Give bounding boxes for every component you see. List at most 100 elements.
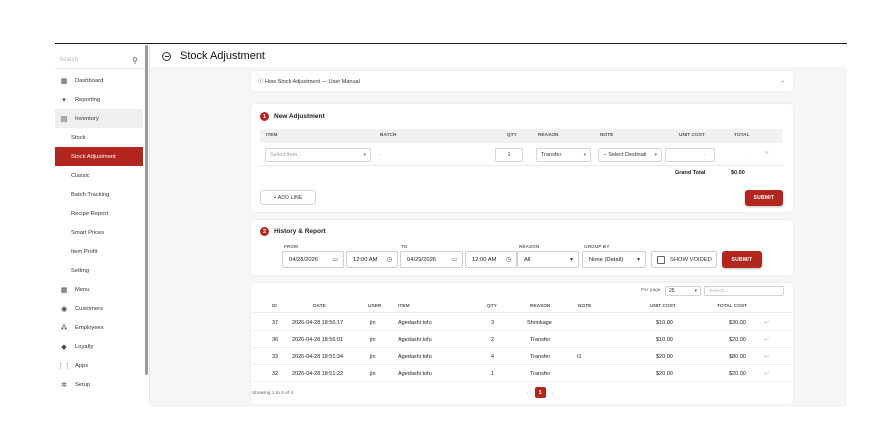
calendar-icon[interactable]: ▭ <box>451 256 457 263</box>
cell-item: Agedashi tofu <box>398 337 432 343</box>
next-page-icon[interactable]: › <box>552 390 554 396</box>
item-select[interactable]: Select item... ▾ <box>265 148 371 162</box>
table-row[interactable]: 32 2026-04-28 18:51:22 jin Agedashi tofu… <box>251 366 793 382</box>
sidebar-item-smart-prices[interactable]: Smart Prices <box>55 223 143 242</box>
user-manual-text: ⓘ How Stock Adjustment — User Manual <box>258 79 360 85</box>
inventory-icon: ▤ <box>60 115 68 123</box>
clock-icon[interactable]: ◷ <box>506 256 511 263</box>
user-manual-accordion[interactable]: ⓘ How Stock Adjustment — User Manual ⌄ <box>251 71 793 91</box>
table-search-input[interactable]: Search... <box>704 286 784 296</box>
page-button-current[interactable]: 1 <box>534 387 546 398</box>
qty-input[interactable]: 1 <box>495 148 523 162</box>
col-total-cost: TOTAL COST <box>717 304 748 309</box>
sidebar-item-stock[interactable]: Stock <box>55 128 143 147</box>
from-date-input[interactable]: 04/28/2026 ▭ <box>282 251 344 268</box>
group-by-select[interactable]: None (Detail) ▾ <box>582 251 646 268</box>
cell-qty: 3 <box>491 320 495 326</box>
chevron-down-icon[interactable]: ⌄ <box>780 77 785 84</box>
history-report-card: 2 History & Report FROM 04/28/2026 ▭ 12:… <box>251 220 793 275</box>
col-unit-cost: UNIT COST <box>679 133 705 138</box>
clock-icon[interactable]: ◷ <box>387 256 392 263</box>
pagination: ‹ 1 › <box>527 387 553 398</box>
destination-select[interactable]: -- Select Destinati ▾ <box>598 148 662 162</box>
table-row[interactable]: 33 2026-04-28 18:51:34 jin Agedashi tofu… <box>251 349 793 365</box>
sidebar-item-batch-tracking[interactable]: Batch Tracking <box>55 185 143 204</box>
remove-line-icon[interactable]: × <box>765 150 769 157</box>
cell-date: 2026-04-28 18:56:17 <box>292 320 344 326</box>
reason-filter-label: REASON <box>519 244 540 249</box>
setup-icon: ✲ <box>61 381 67 389</box>
void-icon[interactable]: ↩ <box>764 319 769 326</box>
sidebar-item-label: Customers <box>75 305 104 312</box>
page-title: Stock Adjustment <box>180 50 265 62</box>
from-time-input[interactable]: 12:00 AM ◷ <box>346 251 398 268</box>
sidebar-item-setting[interactable]: Setting <box>55 261 143 280</box>
cell-user: jin <box>370 354 376 360</box>
chevron-down-icon: ▾ <box>694 288 697 294</box>
cell-reason: Transfer <box>530 337 551 343</box>
void-icon[interactable]: ↩ <box>764 336 769 343</box>
sidebar-item-stock-adjustment[interactable]: Stock Adjustment <box>55 147 143 166</box>
table-row[interactable]: 36 2026-04-28 18:56:01 jin Agedashi tofu… <box>251 332 793 348</box>
cell-id: 37 <box>272 320 279 326</box>
cell-unit-cost: $10.00 <box>656 320 673 326</box>
search-icon[interactable]: ⚲ <box>132 56 138 65</box>
col-item: ITEM <box>266 133 278 138</box>
unit-cost-input[interactable]: - <box>665 148 715 162</box>
cell-user: jin <box>370 320 376 326</box>
col-item: ITEM <box>398 304 410 309</box>
cell-note: t1 <box>577 354 582 360</box>
sidebar-item-label: Reporting <box>75 96 101 103</box>
qty-value: 1 <box>507 152 511 158</box>
sidebar-item-inventory[interactable]: ▤ Inventory <box>55 109 143 128</box>
sidebar-item-label: Setup <box>75 381 91 388</box>
to-time-input[interactable]: 12:00 AM ◷ <box>465 251 517 268</box>
void-icon[interactable]: ↩ <box>764 353 769 360</box>
prev-page-icon[interactable]: ‹ <box>527 390 529 396</box>
sidebar-scrollbar[interactable] <box>145 45 148 375</box>
item-select-placeholder: Select item... <box>270 152 302 158</box>
cell-item: Agedashi tofu <box>398 371 432 377</box>
cell-date: 2026-04-28 18:51:34 <box>292 354 344 360</box>
collapse-icon[interactable] <box>162 51 171 61</box>
sidebar-item-customers[interactable]: ◉ Customers <box>55 299 143 318</box>
dashboard-icon: ▦ <box>60 77 68 85</box>
show-voided-label: SHOW VOIDED <box>670 256 712 263</box>
sidebar-item-menu[interactable]: ▦ Menu <box>55 280 143 299</box>
sidebar-search[interactable]: Search ⚲ <box>55 51 148 69</box>
cell-item: Agedashi tofu <box>398 320 432 326</box>
cell-date: 2026-04-28 18:56:01 <box>292 337 344 343</box>
sidebar-item-label: Dashboard <box>75 77 104 84</box>
chevron-down-icon: ▾ <box>363 152 366 158</box>
col-batch: BATCH <box>380 133 397 138</box>
submit-adjustment-button[interactable]: SUBMIT <box>745 190 783 206</box>
table-row[interactable]: 37 2026-04-28 18:56:17 jin Agedashi tofu… <box>251 315 793 331</box>
void-icon[interactable]: ↩ <box>764 370 769 377</box>
cell-user: jin <box>370 371 376 377</box>
step-badge: 2 <box>260 227 269 236</box>
checkbox-box[interactable] <box>657 255 665 264</box>
sidebar-item-label: Smart Prices <box>71 229 105 236</box>
group-by-label: GROUP BY <box>584 244 610 249</box>
sidebar-item-loyalty[interactable]: ◆ Loyalty <box>55 337 143 356</box>
sidebar-item-item-profit[interactable]: Item Profit <box>55 242 143 261</box>
sidebar-item-recipe-report[interactable]: Recipe Report <box>55 204 143 223</box>
reason-select[interactable]: Transfer ▾ <box>536 148 591 162</box>
show-voided-checkbox[interactable]: SHOW VOIDED <box>651 251 717 268</box>
col-note: NOTE <box>600 133 614 138</box>
sidebar-item-apps[interactable]: ⋮⋮ Apps <box>55 356 143 375</box>
to-date-input[interactable]: 04/29/2026 ▭ <box>400 251 463 268</box>
submit-report-button[interactable]: SUBMIT <box>722 251 762 268</box>
reason-value: Transfer <box>541 152 562 158</box>
sidebar-item-employees[interactable]: ⁂ Employees <box>55 318 143 337</box>
reason-filter-value: All <box>524 256 531 263</box>
add-line-button[interactable]: + ADD LINE <box>260 190 316 205</box>
sidebar-item-dashboard[interactable]: ▦ Dashboard <box>55 71 143 90</box>
reason-filter-select[interactable]: All ▾ <box>517 251 579 268</box>
sidebar-item-classic[interactable]: Classic <box>55 166 143 185</box>
line-total-value: - <box>746 152 748 158</box>
sidebar-item-reporting[interactable]: ▾ Reporting <box>55 90 143 109</box>
sidebar-item-setup[interactable]: ✲ Setup <box>55 375 143 394</box>
per-page-select[interactable]: 25 ▾ <box>665 286 701 296</box>
calendar-icon[interactable]: ▭ <box>332 256 338 263</box>
